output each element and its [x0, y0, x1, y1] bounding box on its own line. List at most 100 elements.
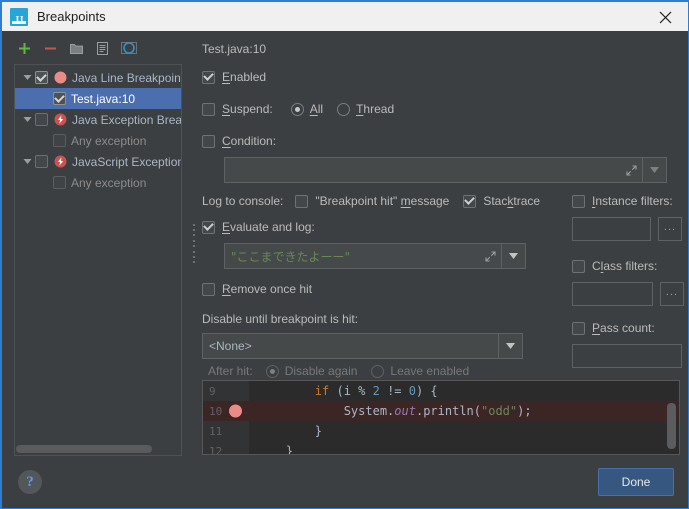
code-vertical-scrollbar[interactable] [667, 403, 676, 449]
code-line-text: } [257, 444, 294, 455]
tree-horizontal-scrollbar[interactable] [16, 445, 152, 453]
condition-input[interactable] [224, 157, 643, 183]
panel-splitter[interactable] [190, 31, 199, 456]
breakpoint-dot-icon [53, 70, 68, 85]
after-hit-leave-enabled-radio[interactable] [371, 364, 385, 378]
code-line: 11 } [203, 421, 679, 441]
class-filters-row: Class filters: [572, 259, 657, 273]
file-icon[interactable] [94, 40, 111, 57]
evaluate-and-log-label: Evaluate and log: [222, 220, 315, 234]
tree-row-checkbox[interactable] [35, 71, 48, 84]
pass-count-input-group [572, 344, 682, 368]
condition-checkbox[interactable] [202, 134, 215, 148]
disable-until-combo[interactable]: <None> [202, 333, 523, 359]
code-gutter[interactable]: 12 [203, 441, 249, 455]
suspend-checkbox[interactable] [202, 102, 215, 116]
tree-row[interactable]: Test.java:10 [15, 88, 181, 109]
pass-count-input[interactable] [572, 344, 682, 368]
suspend-all-label: All [309, 102, 324, 116]
evaluate-and-log-history-dropdown[interactable] [502, 243, 526, 269]
line-number: 9 [209, 384, 216, 398]
tree-row[interactable]: Any exception [15, 172, 181, 193]
chevron-down-icon[interactable] [19, 154, 35, 170]
circle-c-icon[interactable] [120, 40, 137, 57]
line-number: 12 [209, 444, 223, 455]
tree-row-checkbox[interactable] [35, 113, 48, 126]
pass-count-checkbox[interactable] [572, 321, 585, 335]
after-hit-leave-enabled-label: Leave enabled [390, 364, 470, 378]
title-bar: Breakpoints [2, 0, 688, 31]
close-icon[interactable] [642, 2, 688, 33]
condition-label: Condition: [222, 134, 277, 148]
disable-until-value: <None> [209, 339, 252, 353]
condition-row: Condition: [202, 134, 276, 148]
tree-row-checkbox[interactable] [53, 176, 66, 189]
evaluate-and-log-checkbox[interactable] [202, 220, 215, 234]
add-breakpoint-button[interactable] [16, 40, 33, 57]
tree-row-label: Any exception [71, 133, 147, 148]
folder-icon[interactable] [68, 40, 85, 57]
evaluate-and-log-value: "ここまできたよーー" [231, 249, 351, 264]
suspend-thread-radio[interactable] [337, 102, 351, 116]
tree-row-checkbox[interactable] [53, 92, 66, 105]
class-filters-label: Class filters: [592, 259, 658, 273]
instance-filters-checkbox[interactable] [572, 194, 585, 208]
chevron-down-icon[interactable] [19, 70, 35, 86]
class-filters-input[interactable] [572, 282, 653, 306]
tree-row-label: Test.java:10 [71, 91, 136, 106]
after-hit-disable-again-radio[interactable] [265, 364, 279, 378]
remove-once-hit-checkbox[interactable] [202, 282, 215, 296]
breakpoints-tree[interactable]: Java Line Breakpoints Test.java:10 Java Ex… [14, 64, 182, 456]
code-gutter[interactable]: 11 [203, 421, 249, 441]
breakpoint-title: Test.java:10 [202, 42, 267, 56]
enabled-label: Enabled [222, 70, 267, 84]
suspend-row: Suspend: All Thread [202, 102, 394, 116]
class-filters-input-group: ... [572, 282, 684, 306]
condition-input-group [224, 157, 667, 183]
code-gutter[interactable]: 10 [203, 401, 249, 421]
remove-once-hit-row: Remove once hit [202, 282, 312, 296]
evaluate-and-log-input[interactable]: "ここまできたよーー" [224, 243, 502, 269]
class-filters-browse-button[interactable]: ... [660, 282, 684, 306]
breakpoint-hit-message-checkbox[interactable] [295, 194, 309, 208]
breakpoint-dot-icon[interactable] [229, 404, 242, 418]
suspend-thread-label: Thread [356, 102, 395, 116]
suspend-all-radio[interactable] [290, 102, 304, 116]
stacktrace-label: Stacktrace [483, 194, 541, 208]
condition-history-dropdown[interactable] [643, 157, 667, 183]
help-icon[interactable]: ? [18, 470, 42, 494]
stacktrace-checkbox[interactable] [463, 194, 477, 208]
code-line-text: } [257, 424, 323, 438]
tree-row-checkbox[interactable] [53, 134, 66, 147]
disable-until-dropdown-arrow[interactable] [499, 333, 523, 359]
class-filters-checkbox[interactable] [572, 259, 585, 273]
instance-filters-input-group: ... [572, 217, 682, 241]
after-hit-row: After hit: Disable again Leave enabled [208, 364, 469, 378]
expand-diagonal-icon[interactable] [620, 164, 642, 176]
disable-until-label: Disable until breakpoint is hit: [202, 312, 359, 326]
instance-filters-browse-button[interactable]: ... [658, 217, 682, 241]
enabled-row: Enabled [202, 70, 266, 84]
remove-breakpoint-button[interactable] [42, 40, 59, 57]
done-button[interactable]: Done [598, 468, 674, 496]
expand-diagonal-icon[interactable] [479, 250, 501, 262]
code-line: 10 System.out.println("odd"); [203, 401, 679, 421]
chevron-down-icon[interactable] [19, 112, 35, 128]
window-title: Breakpoints [37, 9, 106, 24]
tree-row[interactable]: Java Exception Breakpoints [15, 109, 181, 130]
tree-row[interactable]: Java Line Breakpoints [15, 67, 181, 88]
tree-row[interactable]: Any exception [15, 130, 181, 151]
pass-count-label: Pass count: [592, 321, 655, 335]
instance-filters-row: Instance filters: [572, 194, 673, 208]
instance-filters-input[interactable] [572, 217, 651, 241]
tree-row-checkbox[interactable] [35, 155, 48, 168]
disable-until-value-field[interactable]: <None> [202, 333, 499, 359]
tree-row[interactable]: JavaScript Exception Breakpoints [15, 151, 181, 172]
code-preview[interactable]: 9 if (i % 2 != 0) {10 System.out.println… [202, 380, 680, 455]
tree-row-label: JavaScript Exception Breakpoints [72, 154, 182, 169]
instance-filters-label: Instance filters: [592, 194, 673, 208]
enabled-checkbox[interactable] [202, 70, 215, 84]
code-gutter[interactable]: 9 [203, 381, 249, 401]
tree-row-label: Java Line Breakpoints [72, 70, 182, 85]
exception-bolt-icon [53, 154, 68, 169]
